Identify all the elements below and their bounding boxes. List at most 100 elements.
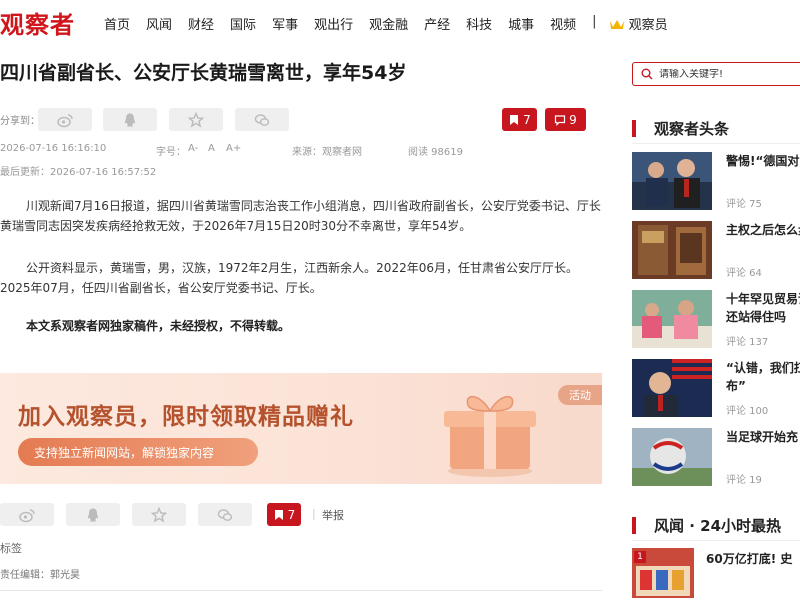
bookmark-button[interactable]: 7 [267, 503, 301, 526]
wechat-icon [254, 113, 270, 126]
share-qzone-button[interactable] [132, 503, 186, 526]
share-label: 分享到： [0, 116, 40, 127]
membership-banner[interactable]: 加入观察员，限时领取精品赠礼 支持独立新闻网站，解锁独家内容 活动 [0, 373, 602, 484]
top-nav: 观察者 首页 风闻 财经 国际 军事 观出行 观金融 产经 科技 城事 视频 |… [0, 0, 800, 46]
article-title: 四川省副省长、公安厅长黄瑞雪离世，享年54岁 [0, 62, 407, 84]
nav-item-military[interactable]: 军事 [272, 14, 298, 33]
headline-title[interactable]: 十年罕见贸易话还站得住吗 [726, 290, 800, 326]
share-wechat-button[interactable] [235, 108, 289, 131]
share-weibo-button[interactable] [38, 108, 92, 131]
section-marker [632, 517, 636, 534]
nav-item-international[interactable]: 国际 [230, 14, 256, 33]
bookmark-icon [274, 509, 283, 520]
font-smaller-button[interactable]: A- [188, 143, 198, 154]
bookmark-icon [510, 114, 519, 125]
last-updated: 最后更新：2026-07-16 16:57:52 [0, 167, 157, 178]
rank-title-text: 风闻 · 24小时最热 [654, 517, 782, 535]
headline-item[interactable]: 当足球开始充 评论 19 [632, 428, 800, 486]
headline-title[interactable]: 当足球开始充 [726, 428, 800, 446]
headline-comments: 评论 64 [726, 268, 762, 279]
share-qq-button[interactable] [103, 108, 157, 131]
section-marker [632, 120, 636, 137]
comment-count: 9 [569, 112, 577, 127]
rank-section-title: 风闻 · 24小时最热 [632, 515, 781, 536]
bottom-share-row: 7 | 举报 [0, 503, 600, 527]
headline-thumbnail[interactable] [632, 152, 712, 210]
qq-icon [87, 508, 99, 521]
nav-item-fengwen[interactable]: 风闻 [146, 14, 172, 33]
responsible-editor: 责任编辑：郭光昊 [0, 570, 80, 581]
rank-number: 1 [634, 551, 646, 563]
headline-comments: 评论 137 [726, 337, 769, 348]
headline-thumbnail[interactable] [632, 428, 712, 486]
font-larger-button[interactable]: A+ [226, 143, 241, 154]
main-nav: 首页 风闻 财经 国际 军事 观出行 观金融 产经 科技 城事 视频 | 观察员 [104, 14, 700, 33]
nav-item-city[interactable]: 城事 [508, 14, 534, 33]
wechat-icon [217, 508, 233, 521]
font-normal-button[interactable]: A [208, 143, 215, 154]
copyright-notice: 本文系观察者网独家稿件，未经授权，不得转载。 [26, 319, 291, 333]
publish-time: 2026-07-16 16:16:10 [0, 143, 107, 154]
share-qq-button[interactable] [66, 503, 120, 526]
bookmark-button[interactable]: 7 [502, 108, 537, 131]
qzone-star-icon [188, 111, 204, 128]
nav-item-finance[interactable]: 财经 [188, 14, 214, 33]
headline-title[interactable]: 主权之后怎么步 [726, 221, 800, 239]
share-wechat-button[interactable] [198, 503, 252, 526]
tags-label: 标签 [0, 542, 22, 555]
headlines-title-text: 观察者头条 [654, 120, 730, 138]
headline-thumbnail[interactable] [632, 221, 712, 279]
font-size-label: 字号： [156, 147, 186, 158]
nav-item-home[interactable]: 首页 [104, 14, 130, 33]
nav-item-video[interactable]: 视频 [550, 14, 576, 33]
nav-item-travel[interactable]: 观出行 [314, 14, 353, 33]
member-link[interactable]: 观察员 [609, 14, 684, 33]
meta-line: 2026-07-16 16:16:10 字号： A- A A+ 来源：观察者网 … [0, 143, 600, 158]
weibo-icon [57, 113, 73, 127]
headline-item[interactable]: 主权之后怎么步 评论 64 [632, 221, 800, 279]
report-link[interactable]: 举报 [322, 507, 344, 523]
comment-button[interactable]: 9 [545, 108, 586, 131]
gift-box-illustration [444, 396, 536, 477]
bookmark-count: 7 [523, 112, 531, 127]
member-label: 观察员 [628, 18, 668, 33]
nav-separator: | [592, 14, 597, 29]
headline-item[interactable]: 警惕!“德国对 评论 75 [632, 152, 800, 210]
headline-thumbnail[interactable] [632, 359, 712, 417]
report-separator: | [312, 507, 316, 520]
headline-comments: 评论 100 [726, 406, 769, 417]
share-row: 分享到： 7 9 [0, 108, 600, 132]
nav-item-tech[interactable]: 科技 [466, 14, 492, 33]
article-paragraph: 川观新闻7月16日报道，据四川省黄瑞雪同志治丧工作小组消息，四川省政府副省长，公… [0, 199, 601, 233]
search-input[interactable] [659, 68, 799, 80]
headline-title[interactable]: “认错，我们扛布” [726, 359, 800, 395]
headlines-section-title: 观察者头条 [632, 118, 729, 139]
search-box[interactable] [632, 62, 800, 86]
read-count: 阅读 98619 [408, 147, 463, 158]
section-divider [632, 143, 800, 144]
search-icon [641, 68, 653, 80]
rank-title[interactable]: 60万亿打底! 史 [706, 550, 792, 567]
share-weibo-button[interactable] [0, 503, 54, 526]
divider [0, 590, 602, 591]
article-paragraph: 公开资料显示，黄瑞雪，男，汉族，1972年2月生，江西新余人。2022年06月，… [0, 261, 578, 295]
section-divider [632, 540, 800, 541]
banner-cta-button[interactable]: 支持独立新闻网站，解锁独家内容 [18, 438, 258, 466]
comment-icon [555, 114, 566, 126]
nav-item-industry[interactable]: 产经 [424, 14, 450, 33]
crown-icon [609, 19, 624, 29]
qq-icon [124, 113, 136, 126]
qzone-star-icon [151, 506, 167, 523]
nav-item-financial[interactable]: 观金融 [369, 14, 408, 33]
headline-thumbnail[interactable] [632, 290, 712, 348]
headline-title[interactable]: 警惕!“德国对 [726, 152, 800, 170]
headline-comments: 评论 19 [726, 475, 762, 486]
banner-tag: 活动 [558, 385, 602, 405]
site-logo[interactable]: 观察者 [0, 5, 75, 40]
share-qzone-button[interactable] [169, 108, 223, 131]
rank-item[interactable]: 1 60万亿打底! 史 [632, 548, 800, 598]
headline-item[interactable]: 十年罕见贸易话还站得住吗 评论 137 [632, 290, 800, 348]
banner-title: 加入观察员，限时领取精品赠礼 [18, 404, 354, 430]
bookmark-count: 7 [287, 507, 296, 522]
headline-item[interactable]: “认错，我们扛布” 评论 100 [632, 359, 800, 417]
